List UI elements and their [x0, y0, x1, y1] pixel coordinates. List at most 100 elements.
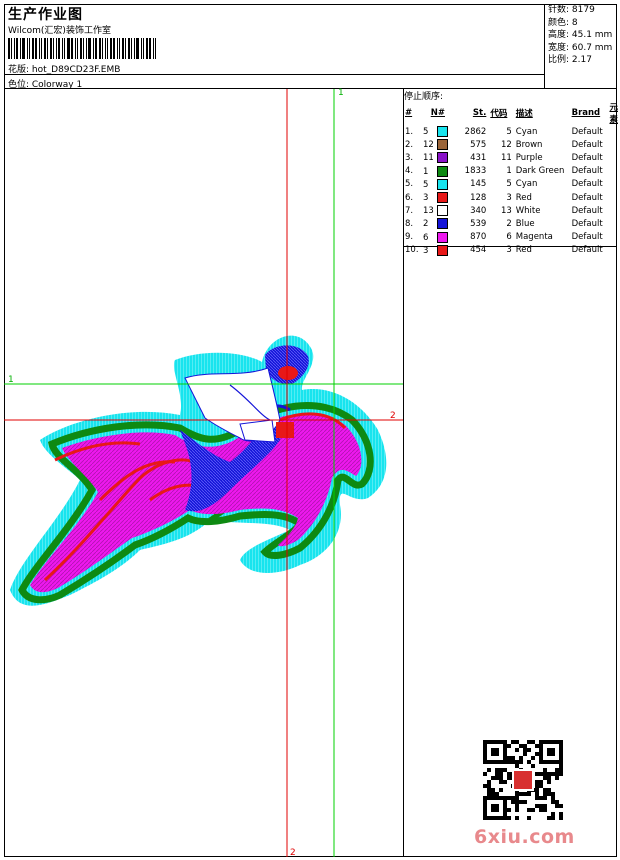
qr-module: [527, 748, 531, 752]
qr-module: [507, 772, 511, 776]
qr-module: [515, 816, 519, 820]
green-h-guide-label: 1: [8, 375, 14, 385]
embroidery-design-canvas: [4, 89, 403, 857]
qr-module: [515, 792, 519, 796]
qr-module: [499, 768, 503, 772]
qr-module: [535, 804, 539, 808]
qr-module: [527, 816, 531, 820]
qr-module: [551, 772, 555, 776]
qr-module: [491, 776, 495, 780]
qr-module: [539, 796, 543, 800]
qr-module: [491, 792, 495, 796]
qr-module: [543, 768, 547, 772]
qr-module: [543, 788, 547, 792]
qr-module: [535, 792, 539, 796]
qr-module: [515, 808, 519, 812]
qr-module: [519, 760, 523, 764]
qr-finder-center: [491, 804, 499, 812]
qr-module: [559, 764, 563, 768]
qr-module: [499, 776, 503, 780]
qr-module: [499, 788, 503, 792]
qr-module: [507, 760, 511, 764]
qr-module: [519, 800, 523, 804]
qr-module: [523, 800, 527, 804]
qr-module: [495, 776, 499, 780]
qr-module: [507, 776, 511, 780]
qr-module: [527, 808, 531, 812]
qr-module: [543, 796, 547, 800]
qr-module: [487, 792, 491, 796]
qr-module: [515, 740, 519, 744]
qr-module: [507, 808, 511, 812]
qr-module: [547, 788, 551, 792]
qr-module: [507, 816, 511, 820]
qr-module: [535, 772, 539, 776]
qr-module: [507, 796, 511, 800]
qr-module: [535, 788, 539, 792]
qr-module: [515, 760, 519, 764]
qr-module: [535, 784, 539, 788]
qr-module: [515, 800, 519, 804]
qr-module: [511, 800, 515, 804]
qr-module: [511, 796, 515, 800]
qr-module: [519, 792, 523, 796]
qr-module: [555, 800, 559, 804]
qr-module: [547, 776, 551, 780]
qr-logo-seal: [514, 771, 532, 789]
qr-module: [487, 780, 491, 784]
qr-module: [559, 768, 563, 772]
qr-finder-center: [491, 748, 499, 756]
qr-module: [559, 812, 563, 816]
qr-module: [539, 804, 543, 808]
qr-module: [531, 740, 535, 744]
rider-white-collar: [239, 419, 276, 443]
qr-module: [551, 796, 555, 800]
qr-module: [511, 740, 515, 744]
qr-module: [559, 804, 563, 808]
qr-module: [519, 744, 523, 748]
rider-red-cap: [278, 366, 298, 380]
qr-module: [543, 808, 547, 812]
qr-module: [515, 764, 519, 768]
qr-module: [499, 780, 503, 784]
qr-module: [555, 776, 559, 780]
qr-module: [527, 792, 531, 796]
qr-module: [523, 792, 527, 796]
red-v-guide-label: 2: [290, 848, 296, 858]
qr-module: [551, 812, 555, 816]
qr-module: [483, 772, 487, 776]
qr-finder-center: [547, 748, 555, 756]
watermark-logo: 6xiu.com: [474, 826, 575, 848]
qr-module: [535, 744, 539, 748]
qr-module: [527, 760, 531, 764]
qr-module: [547, 780, 551, 784]
qr-module: [495, 768, 499, 772]
qr-module: [531, 756, 535, 760]
qr-module: [559, 816, 563, 820]
qr-module: [535, 780, 539, 784]
qr-module: [523, 752, 527, 756]
qr-module: [515, 748, 519, 752]
qr-module: [535, 752, 539, 756]
qr-module: [547, 792, 551, 796]
green-v-guide-label: 1: [338, 88, 344, 98]
qr-module: [555, 804, 559, 808]
qr-module: [499, 772, 503, 776]
qr-module: [519, 756, 523, 760]
qr-module: [543, 772, 547, 776]
qr-module: [551, 800, 555, 804]
qr-module: [539, 780, 543, 784]
qr-module: [547, 772, 551, 776]
qr-module: [495, 792, 499, 796]
qr-module: [507, 744, 511, 748]
qr-module: [503, 768, 507, 772]
qr-module: [531, 764, 535, 768]
qr-module: [539, 772, 543, 776]
qr-module: [543, 776, 547, 780]
qr-module: [527, 740, 531, 744]
qr-module: [487, 788, 491, 792]
qr-module: [539, 808, 543, 812]
red-h-guide-label: 2: [390, 411, 396, 421]
qr-module: [511, 756, 515, 760]
qr-module: [547, 816, 551, 820]
